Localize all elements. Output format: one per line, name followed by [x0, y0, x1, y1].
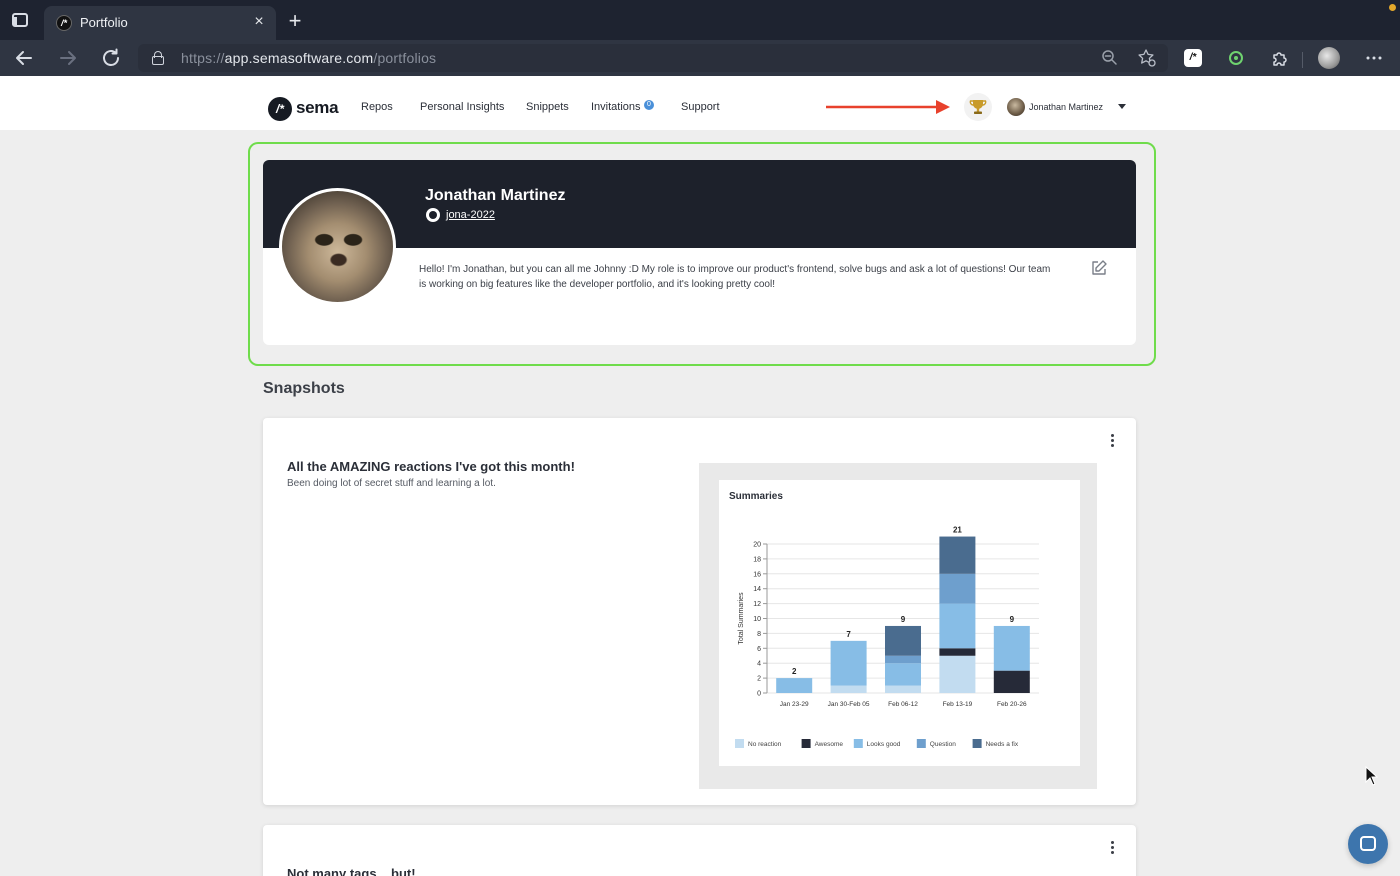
browser-tab[interactable]: /* Portfolio ×	[44, 6, 276, 40]
bar-segment	[830, 640, 867, 686]
legend-label: Needs a fix	[986, 741, 1019, 748]
bar-segment	[993, 670, 1030, 693]
bar-segment	[993, 625, 1030, 671]
chevron-down-icon[interactable]	[1118, 104, 1126, 109]
legend-swatch	[972, 739, 982, 748]
tab-title: Portfolio	[80, 15, 128, 30]
snapshot-description: Been doing lot of secret stuff and learn…	[287, 478, 496, 489]
bar-segment	[885, 685, 921, 693]
bar-total-label: 7	[846, 630, 851, 639]
browser-titlebar: /* Portfolio × +	[0, 0, 1400, 40]
bar-segment	[885, 655, 921, 664]
y-tick-label: 12	[753, 601, 761, 608]
nav-snippets[interactable]: Snippets	[526, 101, 569, 113]
profile-name: Jonathan Martinez	[425, 187, 566, 204]
kebab-menu-icon[interactable]	[1106, 839, 1118, 857]
zoom-out-icon[interactable]	[1100, 48, 1120, 68]
x-tick-label: Feb 06-12	[888, 701, 918, 708]
legend-swatch	[801, 739, 811, 748]
edit-icon[interactable]	[1090, 259, 1108, 277]
sema-logo-text[interactable]: sema	[296, 98, 339, 118]
x-tick-label: Jan 30-Feb 05	[828, 701, 870, 708]
green-extension-icon[interactable]	[1229, 51, 1243, 65]
bar-total-label: 21	[953, 526, 962, 535]
invitations-badge: 0	[644, 100, 654, 110]
url-text[interactable]: https://app.semasoftware.com/portfolios	[181, 50, 436, 66]
github-icon	[426, 208, 440, 222]
y-tick-label: 2	[757, 676, 761, 683]
legend-swatch	[735, 739, 744, 748]
y-tick-label: 10	[753, 616, 761, 623]
add-favorite-icon[interactable]	[1137, 48, 1157, 68]
x-tick-label: Feb 13-19	[943, 701, 973, 708]
nav-repos[interactable]: Repos	[361, 101, 393, 113]
legend-label: Awesome	[815, 741, 844, 748]
sema-logo-icon[interactable]: /*	[268, 97, 292, 121]
y-tick-label: 4	[757, 661, 761, 668]
bar-segment	[830, 685, 867, 693]
y-tick-label: 8	[757, 631, 761, 638]
legend-label: Question	[930, 741, 956, 748]
browser-toolbar: https://app.semasoftware.com/portfolios …	[0, 40, 1400, 76]
legend-swatch	[916, 739, 926, 748]
legend-label: Looks good	[867, 741, 901, 748]
user-name[interactable]: Jonathan Martinez	[1029, 102, 1103, 112]
notification-dot	[1389, 4, 1396, 11]
bar-total-label: 9	[901, 615, 906, 624]
sema-favicon-icon: /*	[56, 15, 72, 31]
bar-segment	[939, 603, 976, 649]
y-tick-label: 0	[757, 691, 761, 698]
puzzle-extension-icon[interactable]	[1268, 46, 1292, 70]
summaries-chart: 0 2 4 6 8 10 12 14 16 18 20 Total Summaries 2 Jan 23-…	[735, 526, 1039, 748]
bar-segment	[885, 625, 921, 656]
x-tick-label: Feb 20-26	[997, 701, 1027, 708]
y-axis-label: Total Summaries	[738, 592, 745, 645]
bar-segment	[885, 663, 921, 686]
profile-avatar	[279, 188, 396, 305]
x-tick-label: Jan 23-29	[780, 701, 809, 708]
y-tick-label: 14	[753, 586, 761, 593]
toolbar-separator	[1302, 52, 1303, 68]
github-handle-link[interactable]: jona-2022	[446, 209, 495, 221]
more-icon[interactable]	[1362, 46, 1386, 70]
trophy-icon[interactable]	[964, 93, 992, 121]
nav-personal-insights[interactable]: Personal Insights	[420, 101, 504, 113]
red-arrow-annotation	[826, 100, 950, 114]
snapshot-title: Not many tags... but!	[287, 866, 416, 876]
back-icon[interactable]	[12, 46, 36, 70]
bar-segment	[939, 536, 976, 574]
forward-icon[interactable]	[56, 46, 80, 70]
bar-segment	[939, 573, 976, 604]
lock-icon[interactable]	[152, 51, 164, 65]
bar-segment	[939, 655, 976, 693]
bar-total-label: 2	[792, 667, 797, 676]
chat-icon	[1360, 836, 1376, 851]
kebab-menu-icon[interactable]	[1106, 432, 1118, 450]
refresh-icon[interactable]	[99, 46, 123, 70]
y-tick-label: 20	[753, 542, 761, 549]
close-icon[interactable]: ×	[250, 13, 268, 31]
legend-swatch	[853, 739, 863, 748]
bar-segment	[776, 678, 813, 693]
user-avatar[interactable]	[1007, 98, 1025, 116]
snapshots-title: Snapshots	[263, 380, 345, 397]
address-bar[interactable]: https://app.semasoftware.com/portfolios	[138, 44, 1168, 72]
bar-total-label: 9	[1010, 615, 1015, 624]
snapshot-title: All the AMAZING reactions I've got this …	[287, 459, 575, 474]
window-icon[interactable]	[12, 13, 28, 27]
legend-label: No reaction	[748, 741, 782, 748]
chat-help-button[interactable]	[1348, 824, 1388, 864]
nav-invitations[interactable]: Invitations	[591, 101, 641, 113]
bar-segment	[939, 648, 976, 656]
nav-support[interactable]: Support	[681, 101, 720, 113]
new-tab-icon[interactable]: +	[284, 10, 306, 32]
profile-avatar-icon[interactable]	[1318, 47, 1340, 69]
sema-extension-icon[interactable]: /*	[1184, 49, 1202, 67]
y-tick-label: 18	[753, 556, 761, 563]
mouse-cursor-icon	[1365, 766, 1379, 786]
y-tick-label: 6	[757, 646, 761, 653]
profile-bio: Hello! I'm Jonathan, but you can all me …	[419, 264, 1051, 290]
y-tick-label: 16	[753, 571, 761, 578]
